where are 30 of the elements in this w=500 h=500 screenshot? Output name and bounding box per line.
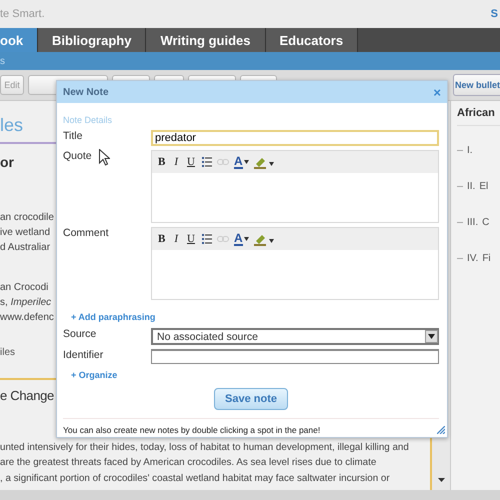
outline-numeral: I. (467, 144, 473, 156)
paragraph-line: unted intensively for their hides, today, loss of habitat to human development, illegal killing and (0, 440, 409, 454)
summary-line: d Australiar (0, 241, 52, 255)
paragraph-line: are the greatest threats faced by American crocodiles. As sea level rises due to climate (0, 456, 378, 470)
subheading: or (0, 154, 14, 170)
tag-text: iles (0, 347, 16, 358)
citation-line: www.defenc (0, 311, 54, 325)
field-label: Comment (63, 227, 109, 239)
brand-logo-text: te Smart. (0, 8, 45, 20)
outline-numeral: IV. (467, 252, 478, 264)
field-label: Identifier (63, 349, 104, 361)
dialog-title: New Note (63, 86, 109, 98)
section-label: Note Details (63, 115, 114, 125)
paragraph-line: , a significant portion of crocodiles' coastal wetland habitat may face saltwater incursion or (0, 472, 391, 486)
outline-item-text: El (479, 180, 488, 192)
section-heading: e Change (0, 388, 54, 403)
field-label: Quote (63, 150, 92, 162)
citation-line: s, Imperilec (0, 296, 52, 310)
hint-text: You can also create new notes by double clicking a spot in the pane! (63, 418, 439, 435)
outline-item-text: C (482, 216, 490, 228)
page-heading: les (0, 114, 24, 137)
summary-line: ive wetland (0, 226, 52, 240)
outline-numeral: III. (467, 216, 478, 228)
summary-line: an crocodile (0, 211, 54, 225)
outline-title: African (457, 107, 500, 126)
outline-numeral: II. (467, 180, 476, 192)
field-label: Source (63, 328, 96, 340)
field-label: Title (63, 130, 82, 142)
citation-line: an Crocodi (0, 281, 50, 295)
outline-item-text: Fi (482, 252, 491, 264)
